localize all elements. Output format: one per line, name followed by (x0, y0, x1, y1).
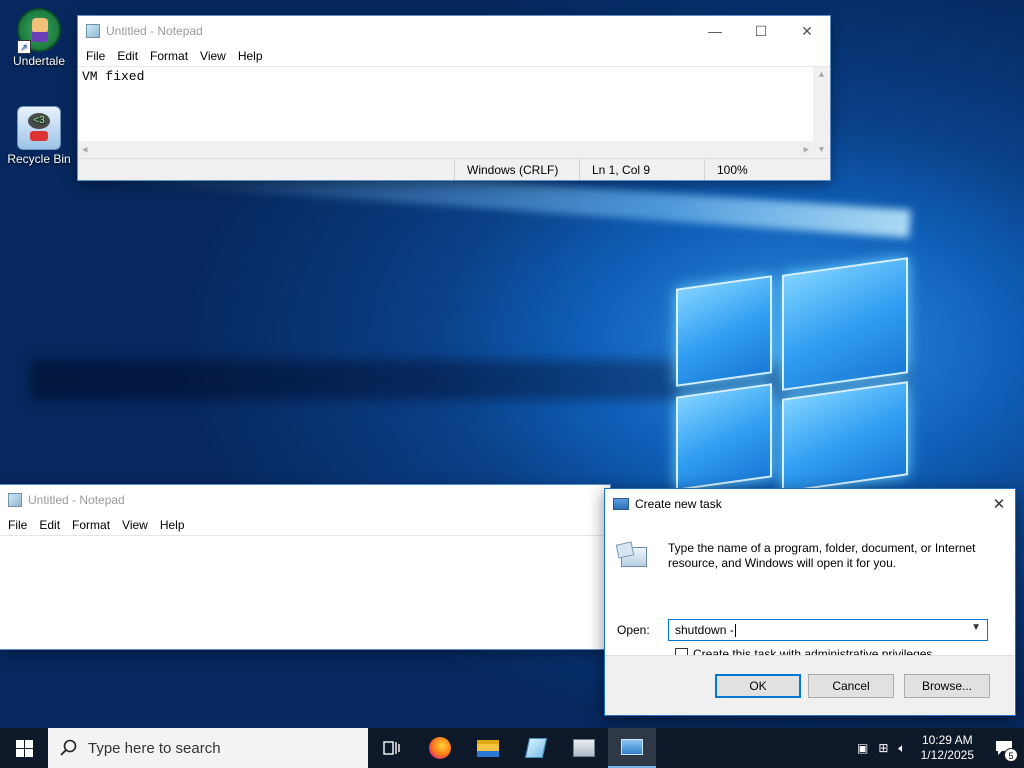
close-button[interactable]: ✕ (983, 495, 1015, 513)
open-label: Open: (617, 623, 650, 637)
network-icon[interactable]: ⊞ (873, 741, 893, 755)
notepad-icon (8, 493, 22, 507)
menu-file[interactable]: File (80, 49, 111, 63)
menu-help[interactable]: Help (154, 518, 191, 532)
notification-count-badge: 5 (1004, 748, 1018, 762)
menu-view[interactable]: View (116, 518, 154, 532)
file-explorer-icon (477, 739, 499, 757)
menu-file[interactable]: File (2, 518, 33, 532)
maximize-button[interactable]: ☐ (738, 16, 784, 46)
dialog-button-bar: OK Cancel Browse... (605, 655, 1015, 715)
dialog-body: Type the name of a program, folder, docu… (605, 519, 1015, 661)
task-manager-icon (573, 739, 595, 757)
cancel-button[interactable]: Cancel (808, 674, 894, 698)
windows-start-icon (15, 739, 33, 757)
volume-icon[interactable]: 🔈︎ (893, 741, 910, 756)
menu-view[interactable]: View (194, 49, 232, 63)
taskbar-clock[interactable]: 10:29 AM 1/12/2025 (911, 733, 984, 763)
clock-time: 10:29 AM (921, 733, 973, 747)
title-bar[interactable]: Untitled - Notepad — ☐ ✕ (78, 16, 830, 46)
taskbar-search-box[interactable]: Type here to search (48, 728, 368, 768)
search-icon (60, 739, 77, 756)
notepad-window-top[interactable]: Untitled - Notepad — ☐ ✕ File Edit Forma… (78, 16, 830, 180)
menu-edit[interactable]: Edit (111, 49, 144, 63)
desktop-icon-undertale[interactable]: ↗ Undertale (4, 8, 74, 68)
search-placeholder: Type here to search (88, 739, 221, 757)
tray-app-icon[interactable]: ▣ (852, 741, 873, 755)
status-cursor-position: Ln 1, Col 9 (579, 159, 704, 180)
scroll-right-icon[interactable]: ▶ (804, 145, 809, 155)
taskbar-notepad[interactable] (512, 728, 560, 768)
open-combobox[interactable]: shutdown - ▼ (668, 619, 988, 641)
desktop-icon-label: Recycle Bin (7, 152, 71, 166)
firefox-icon (429, 737, 451, 759)
open-input-text: shutdown - (675, 623, 734, 637)
system-tray: ▣ ⊞ 🔈︎ 10:29 AM 1/12/2025 5 (852, 728, 1024, 768)
menu-edit[interactable]: Edit (33, 518, 66, 532)
taskbar-file-explorer[interactable] (464, 728, 512, 768)
notepad-icon (524, 738, 548, 758)
horizontal-scrollbar[interactable]: ◀ ▶ (78, 141, 813, 158)
menu-format[interactable]: Format (144, 49, 194, 63)
chevron-down-icon[interactable]: ▼ (971, 622, 981, 633)
status-line-ending: Windows (CRLF) (454, 159, 579, 180)
clock-date: 1/12/2025 (920, 748, 974, 762)
dialog-title: Create new task (635, 497, 722, 511)
ok-button[interactable]: OK (715, 674, 801, 698)
title-bar[interactable]: Untitled - Notepad (0, 485, 610, 515)
run-program-icon (615, 541, 649, 571)
text-editor[interactable] (0, 535, 610, 647)
windows-wallpaper-logo (676, 248, 910, 493)
window-title: Untitled - Notepad (106, 24, 203, 38)
scroll-down-icon[interactable]: ▼ (819, 145, 824, 155)
dialog-title-bar[interactable]: Create new task ✕ (605, 489, 1015, 519)
recycle-bin-icon: <3 (17, 106, 61, 150)
vertical-scrollbar[interactable]: ▲ ▼ (813, 67, 830, 158)
menu-help[interactable]: Help (232, 49, 269, 63)
taskbar-run-dialog[interactable] (608, 728, 656, 768)
minimize-button[interactable]: — (692, 16, 738, 46)
scroll-left-icon[interactable]: ◀ (82, 145, 87, 155)
start-button[interactable] (0, 728, 48, 768)
undertale-icon: ↗ (17, 8, 61, 54)
menu-bar: File Edit Format View Help (78, 46, 830, 66)
menu-format[interactable]: Format (66, 518, 116, 532)
taskbar-task-manager[interactable] (560, 728, 608, 768)
status-zoom: 100% (704, 159, 830, 180)
text-editor[interactable]: VM fixed ▲ ▼ ◀ ▶ (78, 66, 830, 158)
editor-text: VM fixed (82, 69, 145, 84)
task-view-button[interactable] (368, 728, 416, 768)
create-new-task-dialog[interactable]: Create new task ✕ Type the name of a pro… (604, 488, 1016, 716)
window-title: Untitled - Notepad (28, 493, 125, 507)
status-bar: Windows (CRLF) Ln 1, Col 9 100% (78, 158, 830, 180)
close-button[interactable]: ✕ (784, 16, 830, 46)
task-view-icon (383, 741, 400, 755)
notepad-icon (86, 24, 100, 38)
browse-button[interactable]: Browse... (904, 674, 990, 698)
desktop-icon-label: Undertale (12, 54, 66, 68)
scroll-up-icon[interactable]: ▲ (819, 70, 824, 80)
task-manager-icon (613, 498, 629, 510)
action-center-button[interactable]: 5 (984, 728, 1024, 768)
run-dialog-icon (621, 739, 643, 755)
dialog-description: Type the name of a program, folder, docu… (668, 541, 976, 570)
notepad-window-bottom[interactable]: Untitled - Notepad File Edit Format View… (0, 485, 610, 649)
desktop-icon-recycle-bin[interactable]: <3 Recycle Bin (4, 106, 74, 166)
taskbar: Type here to search ▣ ⊞ 🔈︎ 10:29 AM 1/12… (0, 728, 1024, 768)
taskbar-firefox[interactable] (416, 728, 464, 768)
menu-bar: File Edit Format View Help (0, 515, 610, 535)
